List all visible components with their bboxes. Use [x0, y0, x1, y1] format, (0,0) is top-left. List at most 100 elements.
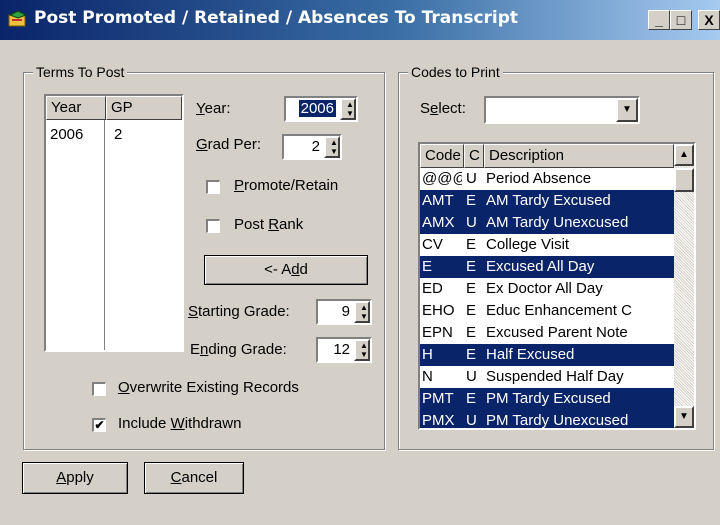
- code-row[interactable]: E E Excused All Day: [420, 256, 674, 278]
- select-label-pre: S: [420, 100, 431, 117]
- code-row[interactable]: EHO E Educ Enhancement C: [420, 300, 674, 322]
- starting-grade-spinner[interactable]: 9 ▲ ▼: [316, 299, 372, 325]
- ending-grade-spinner[interactable]: 12 ▲ ▼: [316, 337, 372, 363]
- promote-retain-label[interactable]: Promote/Retain: [234, 177, 338, 194]
- code-row[interactable]: N U Suspended Half Day: [420, 366, 674, 388]
- code-row[interactable]: @@@U Period Absence: [420, 168, 674, 190]
- year-value[interactable]: 2006: [298, 100, 336, 117]
- add-label-pre: <- A: [264, 261, 292, 278]
- code-cell-code: E: [422, 258, 433, 275]
- starting-grade-label: Starting Grade:: [188, 303, 290, 320]
- end-spin-buttons[interactable]: ▲ ▼: [354, 339, 370, 361]
- codes-rows: @@@UPeriod AbsenceAMTEAM Tardy ExcusedAM…: [420, 168, 674, 429]
- chevron-down-icon[interactable]: ▼: [616, 98, 638, 122]
- code-cell-c: U: [466, 214, 477, 231]
- code-row[interactable]: EPN E Excused Parent Note: [420, 322, 674, 344]
- spin-down-icon[interactable]: ▼: [356, 350, 372, 359]
- code-cell-c: U: [466, 412, 477, 429]
- scroll-up-icon[interactable]: ▲: [674, 144, 694, 166]
- gradper-label: Grad Per:: [196, 136, 262, 153]
- code-cell-c: U: [466, 368, 477, 385]
- select-label: Select:: [420, 100, 466, 117]
- term-gp-cell: 2: [114, 126, 123, 143]
- select-dropdown[interactable]: ▼: [484, 96, 640, 124]
- code-row[interactable]: PMX U PM Tardy Unexcused: [420, 410, 674, 429]
- code-cell-desc: AM Tardy Unexcused: [486, 214, 629, 231]
- code-cell-desc: Excused All Day: [486, 258, 595, 275]
- code-cell-code: PMT: [422, 390, 454, 407]
- cancel-button[interactable]: Cancel: [144, 462, 244, 494]
- post-rank-label[interactable]: Post Rank: [234, 216, 303, 233]
- gradper-spinner[interactable]: 2 ▲ ▼: [282, 134, 342, 160]
- column-header-description[interactable]: Description: [484, 144, 674, 168]
- spin-down-icon[interactable]: ▼: [326, 147, 342, 156]
- code-cell-code: PMX: [422, 412, 455, 429]
- include-withdrawn-label[interactable]: Include Withdrawn: [118, 415, 241, 432]
- gradper-value[interactable]: 2: [312, 138, 320, 155]
- overwrite-checkbox[interactable]: [92, 382, 106, 396]
- code-cell-code: EPN: [422, 324, 453, 341]
- select-label-post: lect:: [438, 100, 466, 117]
- ending-grade-value[interactable]: 12: [333, 341, 350, 358]
- add-button[interactable]: <- Add: [204, 255, 368, 285]
- codes-scrollbar[interactable]: ▲ ▼: [674, 144, 694, 428]
- scroll-thumb[interactable]: [674, 168, 694, 192]
- window-title: Post Promoted / Retained / Absences To T…: [34, 8, 519, 28]
- spin-up-icon[interactable]: ▲: [356, 303, 372, 312]
- code-cell-code: ED: [422, 280, 443, 297]
- code-row[interactable]: AMX U AM Tardy Unexcused: [420, 212, 674, 234]
- code-cell-c: E: [466, 236, 477, 253]
- codes-list[interactable]: Code C Description @@@UPeriod AbsenceAMT…: [418, 142, 696, 430]
- apply-label-text: pply: [66, 469, 94, 486]
- include-withdrawn-checkbox[interactable]: ✔: [92, 418, 106, 432]
- code-row[interactable]: AMT E AM Tardy Excused: [420, 190, 674, 212]
- close-button[interactable]: X: [698, 10, 720, 30]
- code-row[interactable]: PMT E PM Tardy Excused: [420, 388, 674, 410]
- start-spin-buttons[interactable]: ▲ ▼: [354, 301, 370, 323]
- code-cell-desc: AM Tardy Excused: [486, 192, 611, 209]
- postrank-label-pre: Post: [234, 216, 269, 233]
- scroll-down-icon[interactable]: ▼: [674, 406, 694, 428]
- spin-down-icon[interactable]: ▼: [356, 312, 372, 321]
- code-cell-c: E: [466, 192, 477, 209]
- overwrite-label[interactable]: Overwrite Existing Records: [118, 379, 299, 396]
- title-bar[interactable]: Post Promoted / Retained / Absences To T…: [0, 0, 720, 40]
- post-rank-checkbox[interactable]: [206, 219, 220, 233]
- year-spinner[interactable]: 2006 ▲ ▼: [284, 96, 358, 122]
- code-row[interactable]: CV E College Visit: [420, 234, 674, 256]
- spin-up-icon[interactable]: ▲: [326, 138, 342, 147]
- code-cell-code: @@@: [422, 170, 462, 187]
- withdrawn-label-pre: Include: [118, 415, 171, 432]
- spin-up-icon[interactable]: ▲: [342, 100, 358, 109]
- code-row[interactable]: H E Half Excused: [420, 344, 674, 366]
- apply-button[interactable]: Apply: [22, 462, 128, 494]
- year-spin-buttons[interactable]: ▲ ▼: [340, 98, 356, 120]
- ending-grade-label: Ending Grade:: [190, 341, 287, 358]
- promote-retain-checkbox[interactable]: [206, 180, 220, 194]
- year-label-text: ear:: [204, 100, 231, 117]
- code-cell-c: E: [466, 280, 477, 297]
- terms-group-label: Terms To Post: [33, 64, 128, 80]
- start-label-text: tarting Grade:: [198, 303, 290, 320]
- code-cell-desc: Educ Enhancement C: [486, 302, 632, 319]
- code-cell-desc: PM Tardy Excused: [486, 390, 611, 407]
- term-year-cell: 2006: [50, 126, 84, 143]
- column-header-c[interactable]: C: [464, 144, 484, 168]
- minimize-button[interactable]: _: [648, 10, 670, 30]
- spin-up-icon[interactable]: ▲: [356, 341, 372, 350]
- terms-list[interactable]: Year GP 2006 2: [44, 94, 184, 352]
- column-divider: [104, 120, 105, 350]
- code-cell-desc: PM Tardy Unexcused: [486, 412, 629, 429]
- code-row[interactable]: ED E Ex Doctor All Day: [420, 278, 674, 300]
- code-cell-desc: Half Excused: [486, 346, 575, 363]
- graduation-app-icon: [8, 10, 28, 27]
- gradper-spin-buttons[interactable]: ▲ ▼: [324, 136, 340, 158]
- starting-grade-value[interactable]: 9: [342, 303, 350, 320]
- postrank-label-post: ank: [279, 216, 304, 233]
- column-header-code[interactable]: Code: [420, 144, 464, 168]
- column-header-gp[interactable]: GP: [106, 96, 182, 120]
- end-label-pre: E: [190, 341, 201, 358]
- column-header-year[interactable]: Year: [46, 96, 106, 120]
- maximize-button[interactable]: □: [670, 10, 692, 30]
- spin-down-icon[interactable]: ▼: [342, 109, 358, 118]
